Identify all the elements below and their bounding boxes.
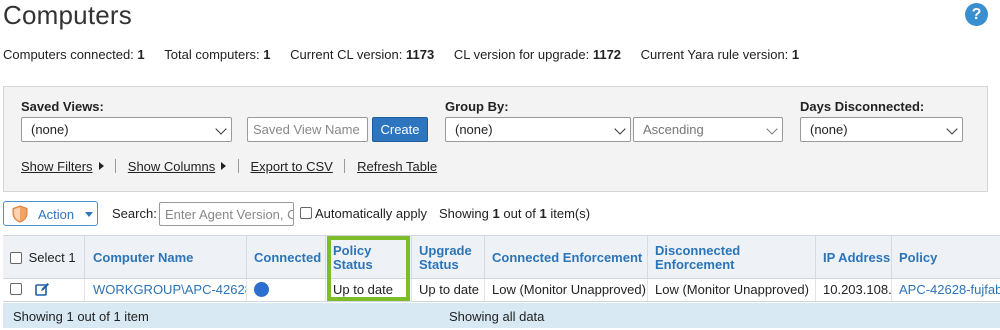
action-button[interactable]: Action [3, 201, 98, 226]
stat-value: 1173 [406, 47, 435, 62]
shield-icon [12, 205, 28, 223]
computer-name-cell[interactable]: WORKGROUP\APC-42628 [86, 279, 247, 301]
saved-views-label: Saved Views: [21, 99, 104, 114]
stat-label: Computers connected: [3, 47, 134, 62]
days-disconnected-select[interactable]: (none) [800, 117, 963, 142]
saved-views-select[interactable]: (none) [21, 117, 232, 142]
chevron-down-icon [215, 123, 227, 135]
show-columns-label: Show Columns [127, 159, 216, 174]
stat-total-computers: Total computers: 1 [164, 47, 270, 62]
link-divider [344, 159, 346, 173]
column-header-connected[interactable]: Connected [247, 236, 326, 279]
auto-apply-label: Automatically apply [315, 206, 427, 221]
showing-mid: out of [503, 206, 536, 221]
stat-label: Total computers: [164, 47, 260, 62]
stat-label: CL version for upgrade: [453, 47, 590, 62]
disconnected-enforcement-cell: Low (Monitor Unapproved) [648, 279, 816, 301]
search-label: Search: [112, 206, 157, 221]
chevron-down-icon [614, 123, 626, 135]
group-by-select[interactable]: (none) [445, 117, 631, 142]
table-footer: Showing 1 out of 1 item Showing all data [3, 303, 1000, 328]
filter-links: Show Filters Show Columns Export to CSV … [21, 159, 437, 174]
show-filters-link[interactable]: Show Filters [21, 159, 93, 174]
stat-yara-rule-version: Current Yara rule version: 1 [641, 47, 800, 62]
show-columns-link[interactable]: Show Columns [128, 159, 215, 174]
link-divider [115, 159, 117, 173]
connected-enforcement-cell: Low (Monitor Unapproved) [485, 279, 648, 301]
table-header: Select 1 Computer Name Connected Policy … [3, 235, 1000, 279]
column-header-policy-status[interactable]: Policy Status [326, 236, 412, 279]
select-all-header[interactable]: Select 1 [3, 236, 85, 279]
stat-value: 1 [263, 47, 271, 62]
saved-view-name-input[interactable]: Saved View Name [247, 117, 368, 142]
showing-suffix: item(s) [550, 206, 591, 221]
stat-value: 1 [137, 47, 145, 62]
create-button[interactable]: Create [372, 117, 428, 142]
stat-value: 1172 [592, 47, 622, 62]
caret-down-icon [85, 212, 93, 217]
stat-current-cl-version: Current CL version: 1173 [290, 47, 434, 62]
auto-apply-toggle[interactable]: Automatically apply [300, 206, 427, 221]
connected-dot-icon [254, 282, 269, 297]
action-label: Action [38, 207, 75, 222]
column-header-disconnected-enforcement[interactable]: Disconnected Enforcement [648, 236, 816, 279]
column-header-policy[interactable]: Policy [892, 236, 1000, 279]
footer-status-text: Showing all data [449, 309, 545, 324]
group-by-value: (none) [455, 122, 493, 137]
stat-label: Current Yara rule version: [640, 47, 789, 62]
stat-label: Current CL version: [290, 47, 403, 62]
column-header-ip-address[interactable]: IP Address [816, 236, 892, 279]
select-all-checkbox[interactable] [10, 251, 22, 264]
filter-panel: Saved Views: (none) Saved View Name Crea… [3, 86, 988, 192]
edit-icon[interactable] [34, 282, 50, 297]
upgrade-status-cell: Up to date [412, 279, 485, 301]
chevron-down-icon [946, 123, 958, 135]
sort-order-select[interactable]: Ascending [633, 117, 783, 142]
row-checkbox[interactable] [10, 283, 22, 295]
policy-status-cell: Up to date [326, 279, 412, 301]
link-divider [237, 159, 239, 173]
row-select-cell [3, 279, 85, 301]
help-icon[interactable]: ? [965, 3, 988, 26]
footer-count-text: Showing 1 out of 1 item [13, 309, 149, 324]
show-filters-label: Show Filters [21, 159, 93, 174]
showing-count-text: Showing 1 out of 1 item(s) [439, 206, 590, 221]
table-row[interactable]: WORKGROUP\APC-42628 Up to date Up to dat… [3, 279, 1000, 302]
stats-bar: Computers connected: 1 Total computers: … [3, 47, 815, 62]
showing-total: 1 [539, 206, 547, 221]
days-disconnected-value: (none) [810, 122, 848, 137]
ip-address-cell: 10.203.108. [816, 279, 892, 301]
column-header-connected-enforcement[interactable]: Connected Enforcement [485, 236, 648, 279]
saved-views-value: (none) [31, 122, 69, 137]
stat-value: 1 [791, 47, 800, 62]
column-header-upgrade-status[interactable]: Upgrade Status [412, 236, 485, 279]
caret-right-icon [98, 162, 104, 170]
showing-count: 1 [492, 206, 500, 221]
stat-cl-version-for-upgrade: CL version for upgrade: 1172 [454, 47, 621, 62]
stat-computers-connected: Computers connected: 1 [3, 47, 145, 62]
refresh-table-link[interactable]: Refresh Table [357, 159, 437, 174]
table-toolbar: Action Search: Enter Agent Version, C Au… [0, 201, 1000, 227]
chevron-down-icon [766, 123, 778, 135]
days-disconnected-label: Days Disconnected: [800, 99, 925, 114]
column-header-computer-name[interactable]: Computer Name [86, 236, 247, 279]
select-all-label: Select 1 [28, 249, 76, 265]
export-csv-link[interactable]: Export to CSV [250, 159, 332, 174]
search-input[interactable]: Enter Agent Version, C [159, 202, 294, 226]
page-title: Computers [3, 0, 132, 30]
policy-cell[interactable]: APC-42628-fujfab [892, 279, 1000, 301]
sort-order-value: Ascending [643, 122, 704, 137]
auto-apply-checkbox[interactable] [300, 207, 312, 219]
caret-right-icon [221, 162, 227, 170]
connected-cell [247, 279, 326, 301]
group-by-label: Group By: [445, 99, 509, 114]
showing-prefix: Showing [439, 206, 489, 221]
